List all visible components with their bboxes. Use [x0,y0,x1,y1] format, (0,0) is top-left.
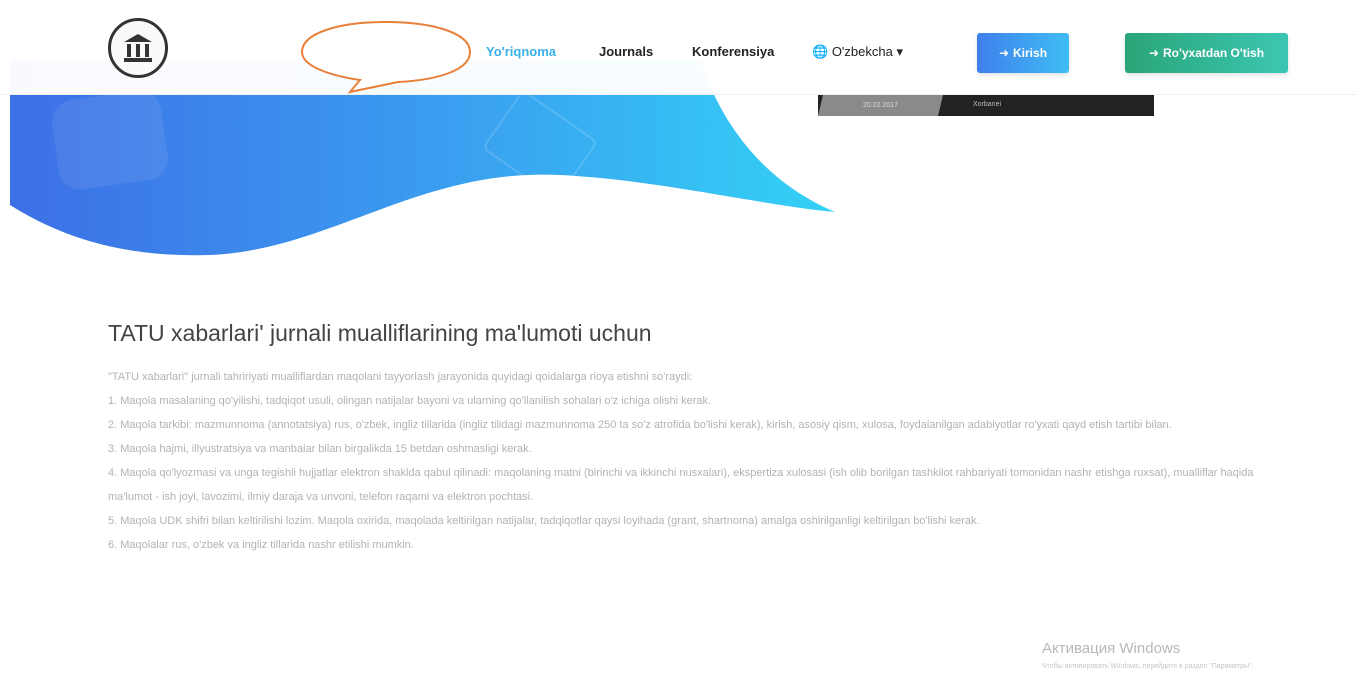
login-button[interactable]: ➜ Kirish [977,33,1069,73]
rule-3: 3. Maqola hajmi, illyustratsiya va manba… [108,443,532,455]
nav-link-journals[interactable]: Journals [599,44,653,59]
columns-emblem-icon [124,34,152,62]
windows-activation-watermark: Активация Windows Чтобы активировать Win… [1042,640,1342,673]
language-selector[interactable]: 🌐 O'zbekcha ▾ [812,44,903,60]
rule-4: 4. Maqola qo'lyozmasi va unga tegishli h… [108,467,1254,503]
page-title: TATU xabarlari' jurnali mualliflarining … [108,320,652,346]
language-label: O'zbekcha [831,44,893,59]
rule-5: 5. Maqola UDK shifri bilan keltirilishi … [108,515,980,527]
globe-icon: 🌐 [812,44,829,59]
login-label: Kirish [1013,46,1048,60]
caret-down-icon: ▾ [896,44,903,59]
rule-6: 6. Maqolalar rus, o'zbek va ingliz tilla… [108,539,414,551]
nav-link-konferensiya[interactable]: Konferensiya [692,44,774,59]
article-content: TATU xabarlari' jurnali mualliflarining … [108,320,1298,557]
nav-link-yoriqnoma[interactable]: Yo'riqnoma [486,44,556,59]
rule-1: 1. Maqola masalaning qo'yilishi, tadqiqo… [108,395,712,407]
top-navbar: Yo'riqnoma Journals Konferensiya 🌐 O'zbe… [0,0,1357,95]
sign-in-icon: ➜ [1148,46,1159,60]
news-ticker-bar: 20.02.2017 Xorbanei [818,95,1154,116]
ticker-date: 20.02.2017 [818,95,943,116]
watermark-text: Чтобы активировать Windows, перейдите в … [1042,663,1254,670]
speech-bubble-annotation [300,20,472,94]
rule-2: 2. Maqola tarkibi: mazmunnoma (annotatsi… [108,419,1172,431]
intro-paragraph: "TATU xabarlari" jurnali tahririyati mua… [108,371,693,383]
sign-in-icon: ➜ [998,46,1010,60]
ticker-caption: Xorbanei [973,101,1002,108]
university-logo[interactable] [108,18,168,78]
register-label: Ro'yxatdan O'tish [1163,46,1265,60]
register-button[interactable]: ➜ Ro'yxatdan O'tish [1125,33,1288,73]
watermark-title: Активация Windows [1042,640,1181,657]
